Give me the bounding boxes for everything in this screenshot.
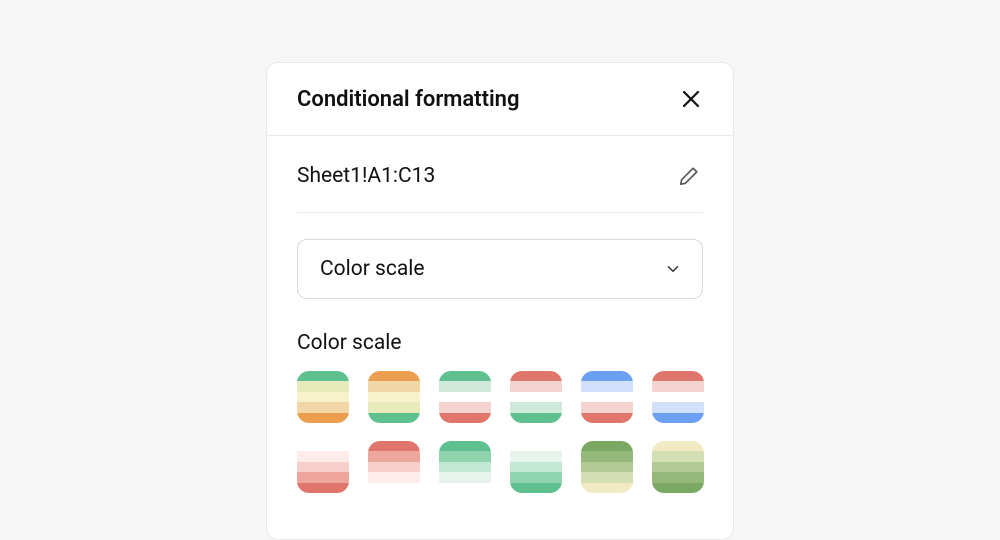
color-scale-swatch-green-yellow-orange[interactable] xyxy=(297,371,349,423)
pencil-icon xyxy=(678,165,700,187)
swatch-band xyxy=(439,402,491,412)
swatch-band xyxy=(439,462,491,472)
color-scale-swatch-white-red[interactable] xyxy=(297,441,349,493)
swatch-band xyxy=(368,483,420,493)
color-scale-swatch-orange-yellow-green[interactable] xyxy=(368,371,420,423)
color-scale-swatch-red-white-blue[interactable] xyxy=(652,371,704,423)
color-scale-swatch-white-green[interactable] xyxy=(510,441,562,493)
swatch-band xyxy=(297,413,349,423)
range-text: Sheet1!A1:C13 xyxy=(297,164,435,188)
swatch-band xyxy=(439,413,491,423)
color-scale-swatch-green-white-red[interactable] xyxy=(439,371,491,423)
swatch-band xyxy=(581,381,633,391)
color-scale-section-label: Color scale xyxy=(297,331,703,355)
color-scale-swatch-red-white-green[interactable] xyxy=(510,371,562,423)
range-row: Sheet1!A1:C13 xyxy=(297,138,703,213)
swatch-band xyxy=(581,371,633,381)
swatch-band xyxy=(510,462,562,472)
swatch-band xyxy=(368,472,420,482)
color-scale-swatch-grid xyxy=(297,371,703,493)
swatch-band xyxy=(510,381,562,391)
rule-type-value: Color scale xyxy=(320,257,425,281)
swatch-band xyxy=(368,462,420,472)
swatch-band xyxy=(581,441,633,451)
swatch-band xyxy=(652,441,704,451)
swatch-band xyxy=(510,371,562,381)
color-scale-swatch-green-yellow[interactable] xyxy=(581,441,633,493)
swatch-band xyxy=(581,392,633,402)
color-scale-swatch-red-white[interactable] xyxy=(368,441,420,493)
swatch-band xyxy=(581,402,633,412)
swatch-band xyxy=(439,371,491,381)
swatch-band xyxy=(297,381,349,391)
swatch-band xyxy=(581,413,633,423)
swatch-band xyxy=(652,381,704,391)
swatch-band xyxy=(510,392,562,402)
swatch-band xyxy=(297,472,349,482)
swatch-band xyxy=(652,371,704,381)
swatch-band xyxy=(297,462,349,472)
color-scale-swatch-green-white[interactable] xyxy=(439,441,491,493)
swatch-band xyxy=(439,441,491,451)
swatch-band xyxy=(297,402,349,412)
swatch-band xyxy=(510,472,562,482)
swatch-band xyxy=(510,402,562,412)
color-scale-swatch-yellow-green[interactable] xyxy=(652,441,704,493)
edit-range-button[interactable] xyxy=(675,162,703,190)
swatch-band xyxy=(297,483,349,493)
rule-type-select[interactable]: Color scale xyxy=(297,239,703,299)
swatch-band xyxy=(368,413,420,423)
swatch-band xyxy=(581,472,633,482)
swatch-band xyxy=(510,441,562,451)
conditional-formatting-panel: Conditional formatting Sheet1!A1:C13 Col… xyxy=(266,62,734,540)
swatch-band xyxy=(510,483,562,493)
swatch-band xyxy=(510,451,562,461)
swatch-band xyxy=(368,402,420,412)
swatch-band xyxy=(368,441,420,451)
swatch-band xyxy=(297,451,349,461)
swatch-band xyxy=(297,392,349,402)
close-button[interactable] xyxy=(677,85,705,113)
swatch-band xyxy=(652,462,704,472)
panel-title: Conditional formatting xyxy=(297,87,519,112)
swatch-band xyxy=(439,451,491,461)
swatch-band xyxy=(581,483,633,493)
swatch-band xyxy=(652,413,704,423)
swatch-band xyxy=(652,451,704,461)
swatch-band xyxy=(439,392,491,402)
swatch-band xyxy=(581,462,633,472)
swatch-band xyxy=(439,381,491,391)
panel-header: Conditional formatting xyxy=(267,63,733,136)
color-scale-swatch-blue-white-red[interactable] xyxy=(581,371,633,423)
swatch-band xyxy=(652,392,704,402)
swatch-band xyxy=(297,371,349,381)
swatch-band xyxy=(652,402,704,412)
swatch-band xyxy=(368,451,420,461)
swatch-band xyxy=(368,371,420,381)
swatch-band xyxy=(581,451,633,461)
chevron-down-icon xyxy=(664,260,682,278)
swatch-band xyxy=(368,381,420,391)
panel-body: Color scale Color scale xyxy=(267,213,733,493)
swatch-band xyxy=(297,441,349,451)
swatch-band xyxy=(368,392,420,402)
swatch-band xyxy=(652,472,704,482)
swatch-band xyxy=(510,413,562,423)
swatch-band xyxy=(439,483,491,493)
swatch-band xyxy=(439,472,491,482)
swatch-band xyxy=(652,483,704,493)
close-icon xyxy=(681,89,701,109)
